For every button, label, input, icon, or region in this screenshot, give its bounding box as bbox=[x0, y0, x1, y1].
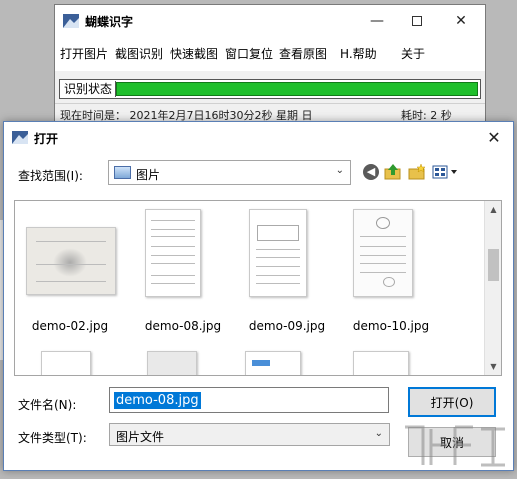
dialog-logo-icon bbox=[12, 131, 28, 144]
file-type-label: 文件类型(T): bbox=[18, 431, 87, 445]
info-row: 现在时间是： 2021年2月7日16时30分2秒 星期 日 耗时: 2 秒 bbox=[55, 103, 485, 123]
progress-bar bbox=[116, 82, 478, 96]
app-title: 蝴蝶识字 bbox=[85, 15, 134, 29]
file-thumbnail bbox=[145, 209, 201, 297]
file-item-demo-10[interactable]: demo-10.jpg bbox=[341, 205, 441, 335]
file-item-demo-09[interactable]: demo-09.jpg bbox=[237, 205, 337, 335]
app-titlebar: 蝴蝶识字 — ✕ bbox=[55, 5, 485, 37]
file-thumbnail bbox=[353, 209, 413, 297]
file-name-label: 文件名(N): bbox=[18, 398, 77, 412]
scroll-up-icon[interactable]: ▲ bbox=[485, 201, 501, 218]
file-thumbnail-partial[interactable] bbox=[41, 351, 91, 375]
dialog-titlebar: 打开 ✕ bbox=[4, 122, 513, 152]
up-folder-icon bbox=[384, 164, 401, 180]
dialog-close-button[interactable]: ✕ bbox=[481, 125, 507, 149]
view-menu-button[interactable] bbox=[431, 162, 461, 182]
file-thumbnail-partial[interactable] bbox=[245, 351, 301, 375]
menu-bar: 打开图片 截图识别 快速截图 窗口复位 查看原图 H.帮助 关于 bbox=[55, 37, 485, 71]
menu-reset-window[interactable]: 窗口复位 bbox=[225, 45, 273, 62]
file-name-input[interactable]: demo-08.jpg bbox=[109, 387, 389, 413]
menu-open-image[interactable]: 打开图片 bbox=[60, 45, 108, 62]
menu-view-original[interactable]: 查看原图 bbox=[279, 45, 327, 62]
app-logo-icon bbox=[63, 14, 79, 28]
maximize-button[interactable] bbox=[395, 5, 439, 37]
pictures-folder-icon bbox=[114, 166, 131, 179]
menu-screenshot-ocr[interactable]: 截图识别 bbox=[115, 45, 163, 62]
status-row: 识别状态 bbox=[59, 79, 481, 99]
file-item-demo-08[interactable]: demo-08.jpg bbox=[133, 205, 233, 335]
scroll-down-icon[interactable]: ▼ bbox=[485, 358, 501, 375]
maximize-icon bbox=[412, 16, 422, 26]
open-button[interactable]: 打开(O) bbox=[408, 387, 496, 417]
up-folder-button[interactable] bbox=[383, 162, 403, 182]
file-item-demo-02[interactable]: demo-02.jpg bbox=[20, 205, 120, 335]
file-list[interactable]: demo-02.jpg demo-08.jpg demo-09.jpg demo… bbox=[14, 200, 502, 376]
look-in-value: 图片 bbox=[136, 168, 161, 182]
minimize-button[interactable]: — bbox=[355, 5, 399, 37]
new-folder-button[interactable] bbox=[407, 162, 427, 182]
chevron-down-icon: ⌄ bbox=[374, 428, 383, 439]
menu-about[interactable]: 关于 bbox=[401, 45, 425, 62]
watermark-logo bbox=[405, 425, 505, 467]
chevron-down-icon: ⌄ bbox=[335, 165, 344, 176]
file-name: demo-09.jpg bbox=[248, 319, 326, 333]
dialog-title: 打开 bbox=[34, 132, 59, 146]
new-folder-icon bbox=[408, 163, 426, 180]
view-menu-icon bbox=[432, 165, 457, 179]
file-thumbnail-partial[interactable] bbox=[353, 351, 409, 375]
menu-help[interactable]: H.帮助 bbox=[340, 45, 377, 62]
minimize-icon: — bbox=[370, 13, 384, 29]
close-button[interactable]: ✕ bbox=[439, 5, 483, 37]
file-thumbnail-partial[interactable] bbox=[147, 351, 197, 375]
look-in-label: 查找范围(I): bbox=[18, 169, 83, 183]
file-type-dropdown[interactable]: 图片文件 ⌄ bbox=[109, 423, 390, 446]
file-name-value: demo-08.jpg bbox=[114, 392, 201, 409]
status-label: 识别状态 bbox=[61, 81, 117, 97]
app-window: 蝴蝶识字 — ✕ 打开图片 截图识别 快速截图 窗口复位 查看原图 H.帮助 关… bbox=[54, 4, 486, 124]
file-name: demo-02.jpg bbox=[31, 319, 109, 333]
back-button[interactable]: ◀ bbox=[361, 162, 381, 182]
menu-quick-screenshot[interactable]: 快速截图 bbox=[170, 45, 218, 62]
back-icon: ◀ bbox=[363, 164, 379, 180]
look-in-dropdown[interactable]: 图片 ⌄ bbox=[108, 160, 351, 185]
file-name: demo-08.jpg bbox=[144, 319, 222, 333]
close-icon: ✕ bbox=[487, 127, 501, 147]
file-name: demo-10.jpg bbox=[352, 319, 430, 333]
file-type-value: 图片文件 bbox=[116, 430, 165, 444]
close-icon: ✕ bbox=[455, 13, 467, 29]
file-thumbnail bbox=[249, 209, 307, 297]
file-thumbnail bbox=[26, 227, 116, 295]
scrollbar-thumb[interactable] bbox=[488, 249, 499, 281]
vertical-scrollbar[interactable]: ▲ ▼ bbox=[484, 201, 501, 375]
